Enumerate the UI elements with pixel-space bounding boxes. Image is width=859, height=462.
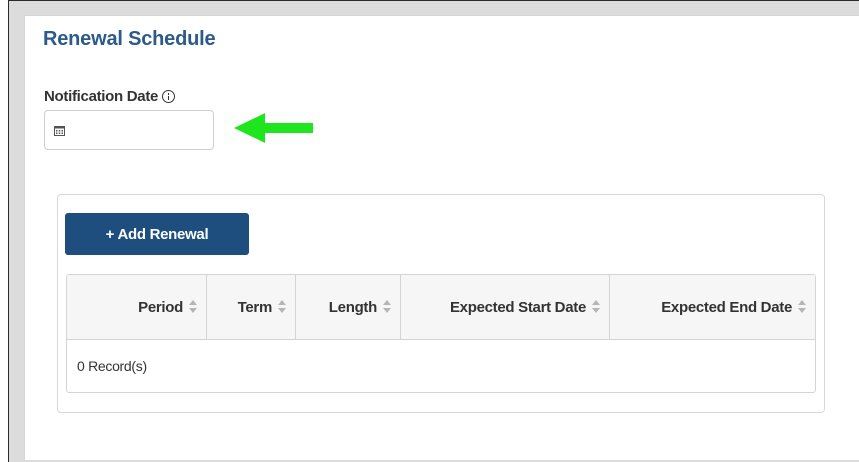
sort-icon[interactable] bbox=[189, 300, 198, 314]
column-header-term[interactable]: Term bbox=[207, 275, 296, 339]
calendar-icon[interactable] bbox=[54, 125, 65, 136]
notification-date-label-text: Notification Date bbox=[44, 88, 159, 105]
record-count: 0 Record(s) bbox=[77, 358, 147, 374]
sort-icon[interactable] bbox=[383, 300, 392, 314]
notification-date-input[interactable] bbox=[44, 110, 214, 150]
column-header-expected-start-date[interactable]: Expected Start Date bbox=[401, 275, 610, 339]
column-header-length[interactable]: Length bbox=[296, 275, 401, 339]
column-header-expected-end-date[interactable]: Expected End Date bbox=[610, 275, 815, 339]
column-header-label: Expected End Date bbox=[661, 298, 792, 316]
add-renewal-button[interactable]: + Add Renewal bbox=[65, 213, 249, 255]
column-header-label: Term bbox=[237, 298, 273, 316]
info-icon[interactable] bbox=[162, 90, 176, 103]
arrow-left-icon bbox=[234, 113, 313, 143]
column-header-label: Length bbox=[328, 298, 378, 316]
sort-icon[interactable] bbox=[592, 300, 601, 314]
sort-icon[interactable] bbox=[798, 300, 807, 314]
column-header-period[interactable]: Period bbox=[67, 275, 207, 339]
table-header-row: Period Term Length Expected Start Date E… bbox=[67, 275, 815, 340]
section-title: Renewal Schedule bbox=[43, 28, 216, 50]
renewals-table: Period Term Length Expected Start Date E… bbox=[66, 274, 816, 393]
sort-icon[interactable] bbox=[278, 300, 287, 314]
notification-date-label: Notification Date bbox=[44, 88, 176, 105]
column-header-label: Period bbox=[138, 298, 183, 316]
column-header-label: Expected Start Date bbox=[449, 298, 586, 316]
